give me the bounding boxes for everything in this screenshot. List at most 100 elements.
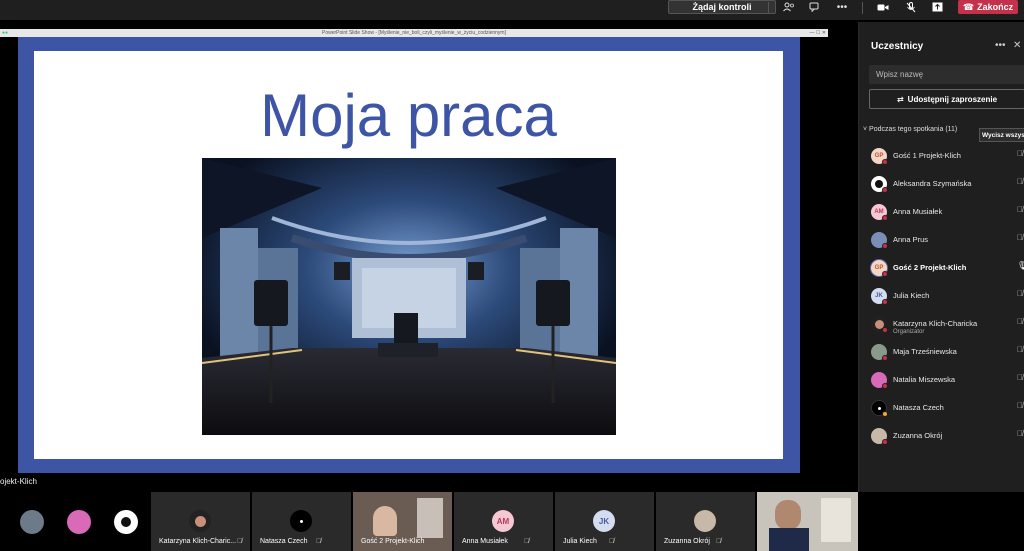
- in-meeting-header[interactable]: ˅ Podczas tego spotkania (11): [863, 126, 973, 134]
- window-controls-icon: — ☐ ✕: [809, 30, 826, 36]
- participant-row[interactable]: Anna Prus 🎙̸: [869, 232, 1024, 260]
- participant-name: Natalia Miszewska: [893, 375, 956, 384]
- request-control-button[interactable]: Żądaj kontroli: [668, 0, 776, 14]
- panel-more-icon[interactable]: •••: [995, 40, 1006, 51]
- mic-off-icon: 🎙̸: [316, 538, 322, 545]
- mic-off-icon: 🎙̸: [1017, 149, 1023, 158]
- mic-off-icon: 🎙̸: [1017, 205, 1023, 214]
- chevron-down-icon: ˅: [863, 126, 868, 133]
- participant-name: Maja Trześniewska: [893, 347, 957, 356]
- participant-row[interactable]: GP Gość 1 Projekt-Klich 🎙̸: [869, 148, 1024, 176]
- tile-name: Gość 2 Projekt-Klich: [361, 538, 425, 545]
- presence-indicator: [882, 383, 888, 389]
- share-link-icon: ⇄: [896, 94, 904, 104]
- participants-panel: Uczestnicy ••• ✕ Wpisz nazwę ⇄ Udostępni…: [858, 22, 1024, 492]
- participant-name: Natasza Czech: [893, 403, 944, 412]
- participant-name: Anna Musiałek: [893, 207, 943, 216]
- toolbar-divider: [768, 2, 769, 14]
- mic-off-icon: 🎙̸: [716, 538, 722, 545]
- mic-off-icon: 🎙̸: [524, 538, 530, 545]
- slide-title: Moja praca: [260, 82, 557, 149]
- video-tile[interactable]: Zuzanna Okrój 🎙̸: [656, 492, 755, 551]
- mic-off-icon: 🎙̸: [1017, 177, 1023, 186]
- panel-title: Uczestnicy: [871, 41, 924, 52]
- camera-icon[interactable]: [874, 0, 892, 14]
- mic-on-icon: 🎙: [1017, 261, 1024, 270]
- phone-icon: ☎: [962, 1, 975, 12]
- video-tile[interactable]: AM Anna Musiałek 🎙̸: [454, 492, 553, 551]
- shared-window-title: PowerPoint Slide Show - [Myślenie_nie_bo…: [322, 30, 506, 36]
- participant-thumbnail[interactable]: [67, 510, 91, 534]
- participant-name: Katarzyna Klich-Charicka: [893, 319, 978, 328]
- participant-row[interactable]: Aleksandra Szymańska 🎙̸: [869, 176, 1024, 204]
- participant-thumbnail[interactable]: [114, 510, 138, 534]
- share-invite-label: Udostępnij zaproszenie: [907, 94, 998, 104]
- tile-name: Natasza Czech: [260, 538, 308, 545]
- self-video-tile[interactable]: [757, 492, 858, 551]
- tile-name: Katarzyna Klich-Charic...: [159, 538, 237, 545]
- chat-icon[interactable]: [806, 0, 824, 14]
- share-icon[interactable]: [928, 0, 946, 14]
- avatar: [694, 510, 716, 532]
- participant-row[interactable]: AM Anna Musiałek 🎙̸: [869, 204, 1024, 232]
- end-call-button[interactable]: ☎ Zakończ: [958, 0, 1018, 14]
- participant-row[interactable]: Natasza Czech 🎙̸: [869, 400, 1024, 428]
- tile-name: Zuzanna Okrój: [664, 538, 710, 545]
- video-tile[interactable]: JK Julia Kiech 🎙̸: [555, 492, 654, 551]
- avatar: [189, 510, 211, 532]
- participant-name: Gość 2 Projekt-Klich: [893, 263, 967, 272]
- presence-indicator: [882, 299, 888, 305]
- video-tile[interactable]: Gość 2 Projekt-Klich: [353, 492, 452, 551]
- presence-indicator: [882, 271, 888, 277]
- mic-off-icon: 🎙̸: [1017, 289, 1023, 298]
- mic-off-icon: 🎙̸: [609, 538, 615, 545]
- mic-off-icon: 🎙̸: [1017, 429, 1023, 438]
- presenter-name-label: ojekt-Klich: [0, 477, 37, 486]
- search-participants-input[interactable]: Wpisz nazwę: [869, 65, 1024, 84]
- participant-row[interactable]: Maja Trześniewska 🎙̸: [869, 344, 1024, 372]
- close-icon[interactable]: ✕: [1013, 40, 1021, 51]
- presence-indicator: [882, 439, 888, 445]
- presence-indicator: [882, 355, 888, 361]
- participant-row[interactable]: GP Gość 2 Projekt-Klich 🎙: [869, 260, 1024, 288]
- mic-off-icon: 🎙̸: [1017, 401, 1023, 410]
- video-person-image: [373, 506, 397, 536]
- presence-indicator: [882, 159, 888, 165]
- in-meeting-label: Podczas tego spotkania (11): [869, 126, 958, 133]
- tile-name: Julia Kiech: [563, 538, 597, 545]
- participant-row[interactable]: Zuzanna Okrój 🎙̸: [869, 428, 1024, 456]
- participants-icon[interactable]: [780, 0, 798, 14]
- presentation-slide: Moja praca: [34, 51, 783, 459]
- video-background-image: [417, 498, 443, 538]
- participant-row[interactable]: Natalia Miszewska 🎙̸: [869, 372, 1024, 400]
- mic-off-icon: 🎙̸: [1017, 233, 1023, 242]
- avatar: [290, 510, 312, 532]
- shared-window-titlebar: ●● PowerPoint Slide Show - [Myślenie_nie…: [0, 29, 828, 37]
- presence-indicator: [882, 327, 888, 333]
- tile-name: Anna Musiałek: [462, 538, 508, 545]
- avatar: JK: [593, 510, 615, 532]
- participant-name: Anna Prus: [893, 235, 929, 244]
- participant-name: Zuzanna Okrój: [893, 431, 943, 440]
- more-icon[interactable]: •••: [833, 0, 851, 14]
- participant-role: Organizator: [893, 329, 925, 335]
- video-person-image: [775, 500, 801, 530]
- participant-row[interactable]: JK Julia Kiech 🎙̸: [869, 288, 1024, 316]
- mic-off-icon[interactable]: [902, 0, 920, 14]
- recording-studio-photo: [202, 158, 616, 435]
- video-tile[interactable]: Natasza Czech 🎙̸: [252, 492, 351, 551]
- presence-indicator: [882, 187, 888, 193]
- video-background-image: [821, 498, 851, 542]
- end-call-label: Zakończ: [977, 2, 1014, 12]
- avatar: AM: [492, 510, 514, 532]
- video-tile[interactable]: Katarzyna Klich-Charic... 🎙̸: [151, 492, 250, 551]
- share-invite-button[interactable]: ⇄ Udostępnij zaproszenie: [869, 89, 1024, 109]
- presence-indicator: [882, 243, 888, 249]
- participant-row[interactable]: Katarzyna Klich-Charicka Organizator 🎙̸: [869, 316, 1024, 344]
- mute-all-button[interactable]: Wycisz wszystk...: [979, 128, 1024, 142]
- presence-indicator: [882, 411, 888, 417]
- mic-off-icon: 🎙̸: [1017, 373, 1023, 382]
- participant-thumbnail[interactable]: [20, 510, 44, 534]
- presence-indicator: [882, 215, 888, 221]
- toolbar-divider: [862, 2, 863, 14]
